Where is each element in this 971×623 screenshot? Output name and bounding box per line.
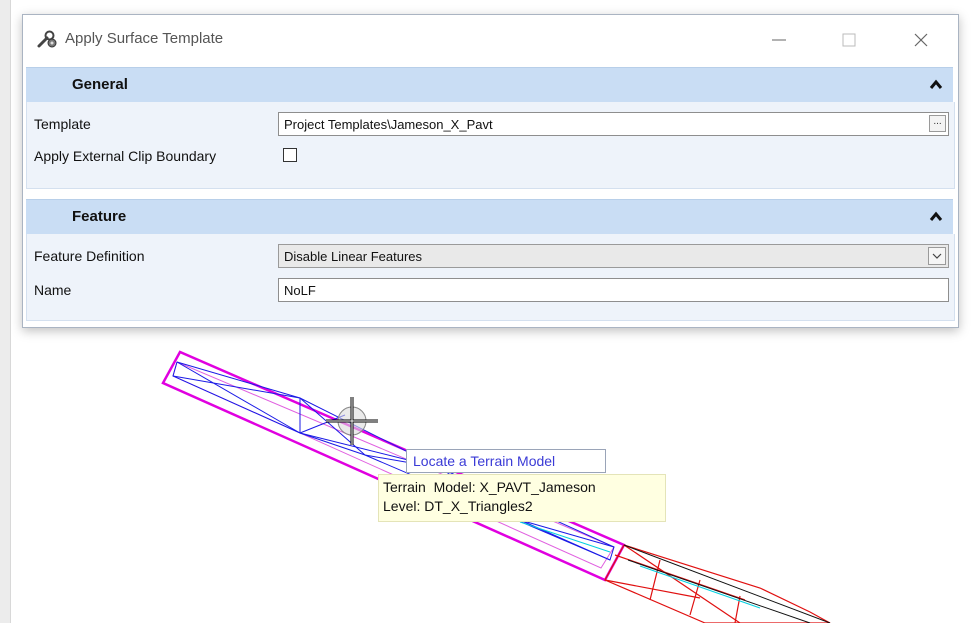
name-input[interactable]: NoLF [278,278,949,302]
name-label: Name [34,282,72,298]
feature-section-title: Feature [72,208,127,225]
browse-template-button[interactable]: ... [929,115,946,132]
locate-prompt-tooltip: Locate a Terrain Model [406,449,606,473]
feature-section-header[interactable]: Feature [26,199,953,234]
title-bar[interactable]: Apply Surface Template [23,15,958,65]
general-section-title: General [72,76,128,93]
black-edge-line [623,544,831,623]
terrain-model-info: Terrain Model: X_PAVT_Jameson [383,479,596,495]
clip-boundary-checkbox[interactable] [283,148,297,162]
chevron-up-icon[interactable] [929,77,943,91]
clip-boundary-label: Apply External Clip Boundary [34,148,217,164]
red-terrain-model [604,544,831,623]
close-icon [914,33,928,47]
clip-boundary-row: Apply External Clip Boundary [27,140,954,172]
level-info: Level: DT_X_Triangles2 [383,498,533,514]
template-field[interactable]: Project Templates\Jameson_X_Pavt ... [278,112,949,136]
tool-wrench-icon [37,30,57,48]
maximize-button[interactable] [829,23,869,57]
crosshair-cursor-icon [326,397,378,445]
minimize-button[interactable] [759,23,799,57]
template-label: Template [34,116,91,132]
terrain-info-tooltip: Terrain Model: X_PAVT_Jameson Level: DT_… [378,474,666,522]
general-section-header[interactable]: General [26,67,953,102]
feature-definition-row: Feature Definition Disable Linear Featur… [27,240,954,272]
maximize-icon [842,33,856,47]
feature-section-body: Feature Definition Disable Linear Featur… [26,234,955,321]
feature-definition-dropdown[interactable]: Disable Linear Features [278,244,949,268]
dropdown-button[interactable] [928,247,946,265]
cyan-centerline-2 [639,565,761,609]
feature-definition-value: Disable Linear Features [284,249,423,264]
general-section-body: Template Project Templates\Jameson_X_Pav… [26,102,955,189]
feature-definition-label: Feature Definition [34,248,145,264]
chevron-up-icon[interactable] [929,209,943,223]
template-row: Template Project Templates\Jameson_X_Pav… [27,108,954,140]
apply-surface-template-dialog: Apply Surface Template General Template … [22,14,959,328]
chevron-down-icon [932,253,942,259]
name-row: Name NoLF [27,274,954,306]
black-edge-line-2 [627,559,811,623]
window-title: Apply Surface Template [65,30,224,47]
name-value: NoLF [284,283,316,298]
close-button[interactable] [901,23,941,57]
template-value: Project Templates\Jameson_X_Pavt [284,117,493,132]
minimize-icon [772,39,786,41]
